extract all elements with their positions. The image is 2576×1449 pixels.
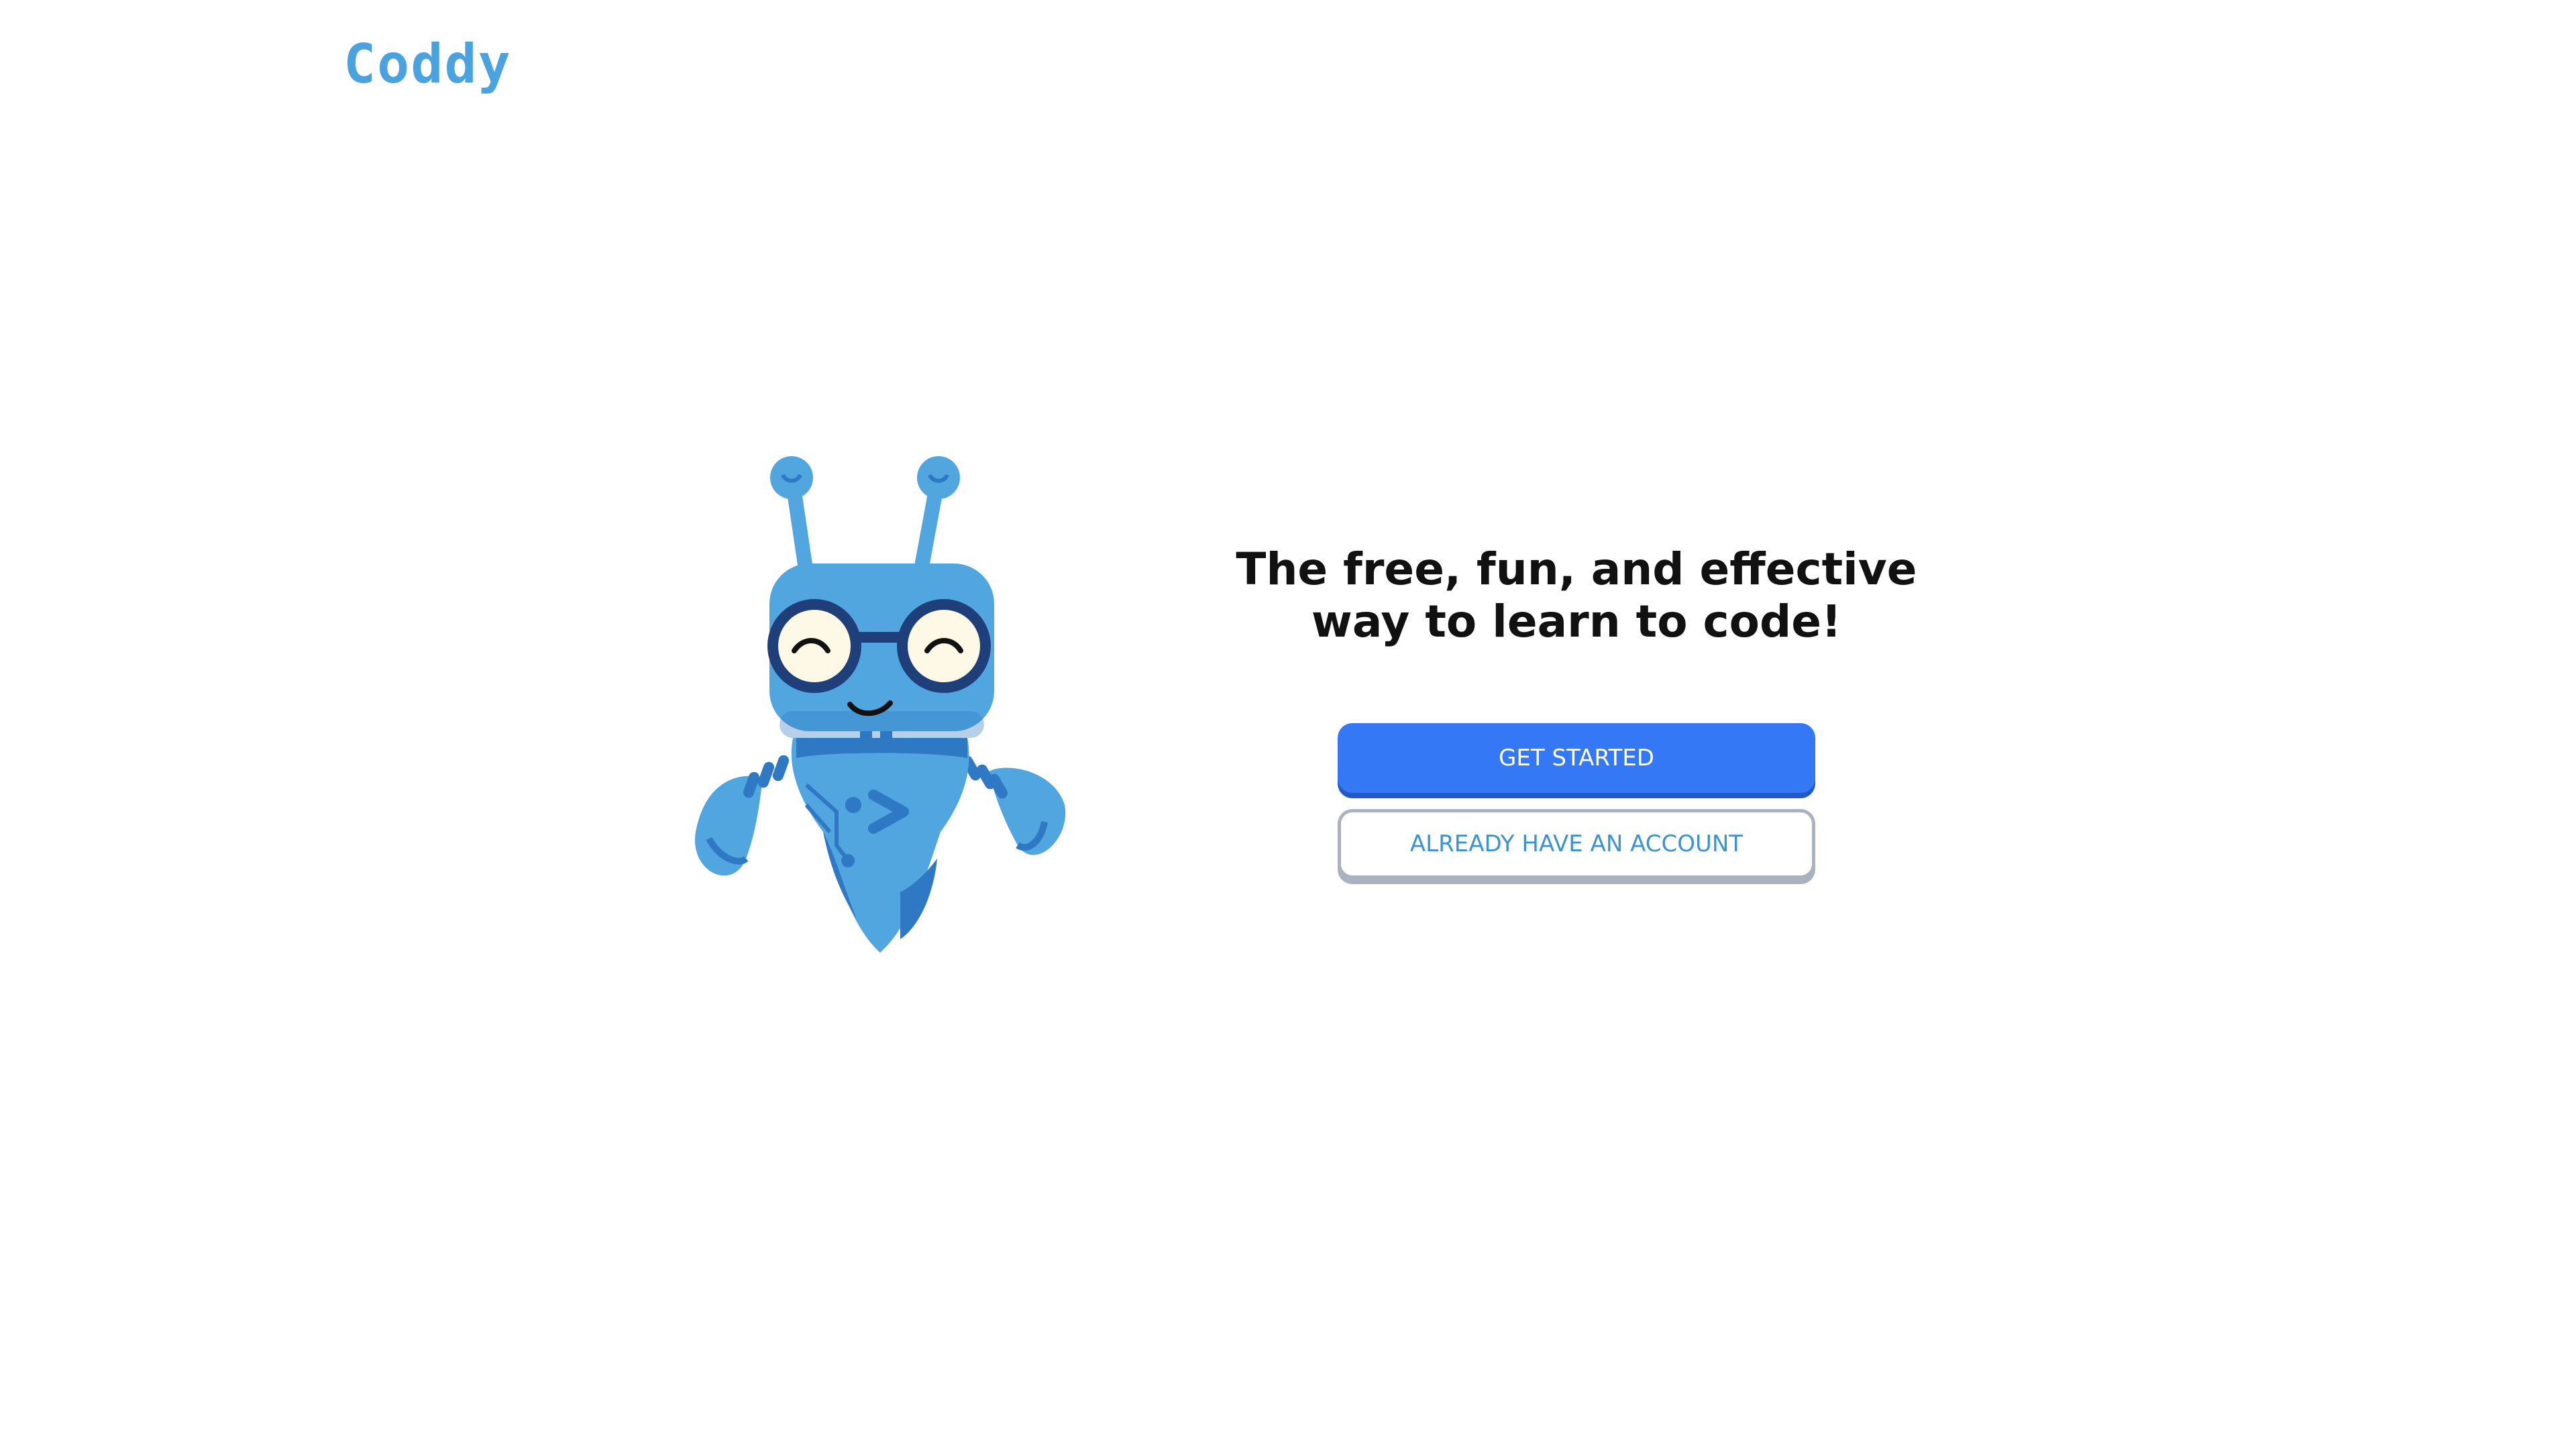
page: Coddy The free, fun, and effective way t… <box>0 0 2576 1449</box>
get-started-button[interactable]: GET STARTED <box>1338 723 1815 793</box>
login-button[interactable]: ALREADY HAVE AN ACCOUNT <box>1338 809 1815 879</box>
hero-section: The free, fun, and effective way to lear… <box>1181 543 1972 879</box>
coddy-logo[interactable]: Coddy <box>343 27 512 101</box>
page-title: The free, fun, and effective way to lear… <box>1236 543 1917 647</box>
robot-mascot-icon <box>694 456 1066 953</box>
